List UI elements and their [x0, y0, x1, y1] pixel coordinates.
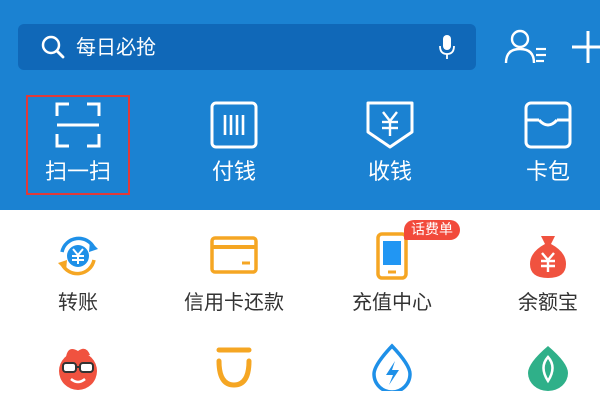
quick-action-card-wallet[interactable]: 卡包 [496, 100, 600, 194]
service-yuebao[interactable]: 余额宝 [478, 232, 600, 314]
quick-action-label: 卡包 [525, 160, 570, 185]
add-icon[interactable] [568, 27, 600, 67]
quick-action-label: 收钱 [367, 160, 412, 185]
quick-action-scan[interactable]: 扫一扫 [26, 95, 130, 195]
contacts-icon[interactable] [504, 27, 548, 67]
service-credit-card-repay[interactable]: 信用卡还款 [164, 232, 304, 314]
service-green[interactable] [478, 343, 600, 391]
utilities-icon [372, 343, 412, 391]
search-bar[interactable]: 每日必抢 [18, 24, 476, 70]
service-topup-center[interactable]: 充值中心 话费单 [322, 220, 462, 314]
green-energy-icon [528, 346, 568, 391]
quick-action-label: 扫一扫 [44, 160, 111, 185]
ride-hailing-icon [216, 347, 252, 388]
service-label: 转账 [58, 290, 98, 314]
credit-card-icon [210, 236, 258, 274]
quick-action-label: 付钱 [211, 160, 256, 185]
service-ride[interactable] [164, 343, 304, 391]
movie-mascot-icon [59, 348, 97, 390]
search-icon [41, 35, 65, 59]
service-label: 余额宝 [518, 290, 578, 314]
service-utilities[interactable] [322, 343, 462, 391]
promo-badge: 话费单 [404, 220, 460, 240]
scan-icon [55, 102, 101, 148]
receive-money-icon [366, 101, 414, 149]
mic-icon[interactable] [438, 34, 456, 60]
money-bag-icon [530, 236, 566, 278]
service-transfer[interactable]: 转账 [8, 232, 148, 314]
top-header: 每日必抢 扫一扫 付钱 收钱 卡包 [0, 0, 600, 210]
service-label: 信用卡还款 [184, 290, 284, 314]
search-placeholder: 每日必抢 [76, 35, 156, 59]
service-movie[interactable] [8, 343, 148, 391]
transfer-icon [58, 236, 98, 276]
service-label: 充值中心 [352, 290, 432, 314]
card-wallet-icon [524, 101, 572, 149]
alipay-home: 每日必抢 扫一扫 付钱 收钱 卡包 转账 信用卡还款 充值中心 话费单 余额宝 [0, 0, 600, 403]
pay-code-icon [210, 101, 258, 149]
quick-action-receive[interactable]: 收钱 [338, 100, 442, 194]
quick-action-pay[interactable]: 付钱 [182, 100, 286, 194]
